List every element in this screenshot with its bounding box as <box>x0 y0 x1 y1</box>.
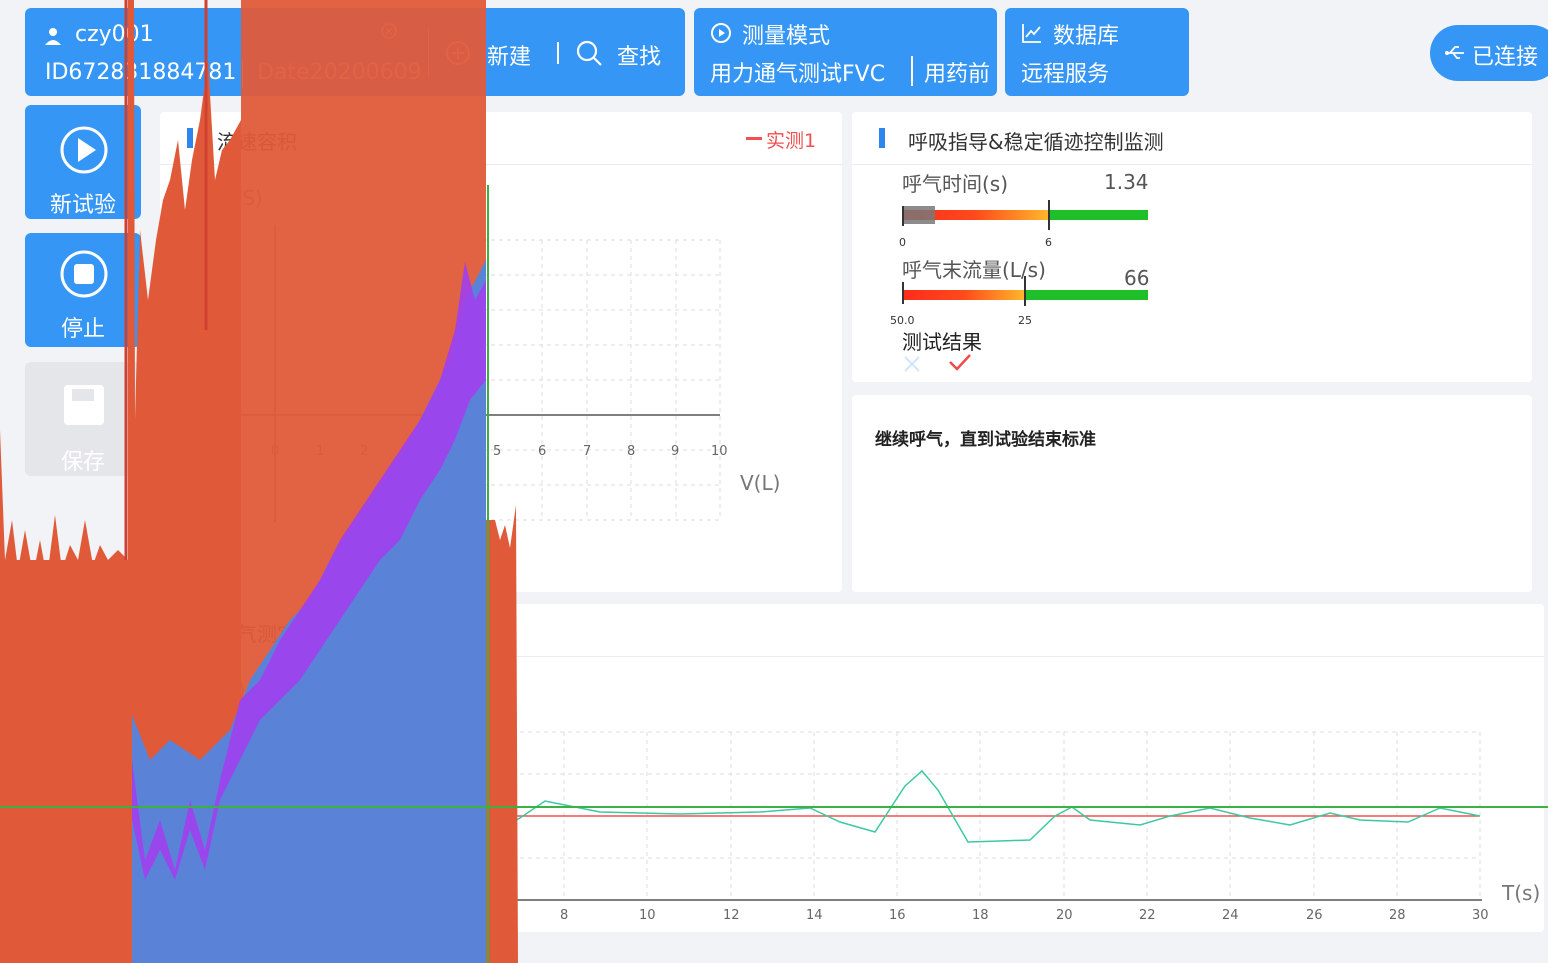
database-card[interactable]: 数据库 远程服务 <box>1005 8 1189 96</box>
pass-icon <box>948 352 972 376</box>
panel-divider <box>852 164 1532 165</box>
divider <box>557 42 559 64</box>
chart-line-icon <box>1021 22 1043 48</box>
result-label: 测试结果 <box>902 330 982 354</box>
exhale-time-label: 呼气时间(s) <box>902 172 1009 196</box>
mode-phase: 用药前 <box>924 62 991 87</box>
gauge-threshold-line <box>1024 276 1026 306</box>
gauge-warn-segment <box>902 290 1025 300</box>
connection-status-button[interactable]: 已连接 <box>1430 25 1548 81</box>
section-marker <box>879 128 885 148</box>
legend-line <box>746 137 762 140</box>
volume-time-panel: 通气测定法 <box>160 604 1544 932</box>
divider <box>428 28 429 78</box>
gauge-start-line <box>902 282 904 304</box>
overlay-orange-block <box>0 560 132 963</box>
stop-button[interactable]: 停止 <box>25 233 141 347</box>
patient-id: ID672831884781 <box>45 60 237 85</box>
stop-label: 停止 <box>60 317 105 342</box>
test-date: Date20200609 <box>257 60 422 85</box>
section-marker <box>187 128 193 148</box>
patient-info-card[interactable]: czy001 ID672831884781 Date20200609 新建 查找 <box>25 8 685 96</box>
clear-icon[interactable] <box>380 22 398 44</box>
gauge-ok-segment <box>1049 210 1148 220</box>
user-icon <box>43 26 63 50</box>
play-circle-icon <box>710 22 732 48</box>
gauge-threshold-line <box>1048 200 1050 230</box>
end-flow-value: 66 <box>1124 266 1150 290</box>
stop-icon <box>59 249 109 303</box>
database-title: 数据库 <box>1053 24 1120 49</box>
monitor-panel: 呼吸指导&稳定循迹控制监测 呼气时间(s) 1.34 0 6 呼气末流量(L/s… <box>852 112 1532 382</box>
gauge-progress <box>902 206 935 224</box>
gauge-min-label: 0 <box>899 236 906 249</box>
user-name: czy001 <box>75 22 154 47</box>
divider <box>911 56 913 86</box>
mode-title: 测量模式 <box>742 24 831 49</box>
new-button[interactable]: 新建 <box>487 39 531 71</box>
flow-volume-panel: 流速容积 实测1 <box>160 112 842 592</box>
connection-status-label: 已连接 <box>1472 45 1539 70</box>
search-button[interactable]: 查找 <box>617 39 661 71</box>
add-icon[interactable] <box>445 40 471 70</box>
measure-mode-card[interactable]: 测量模式 用力通气测试FVC 用药前 <box>694 8 997 96</box>
exhale-time-value: 1.34 <box>1104 170 1149 194</box>
gauge-start-line <box>902 206 904 226</box>
guidance-message-panel: 继续呼气，直到试验结束标准 <box>852 395 1532 592</box>
panel-divider <box>160 164 842 165</box>
new-test-button[interactable]: 新试验 <box>25 105 141 219</box>
save-button[interactable]: 保存 <box>25 362 141 476</box>
panel-divider <box>160 656 1544 657</box>
play-icon <box>59 125 109 179</box>
section-marker <box>187 620 193 640</box>
search-icon[interactable] <box>575 39 603 71</box>
volume-time-title: 通气测定法 <box>217 622 317 646</box>
exhale-time-gauge <box>902 200 1148 230</box>
new-test-label: 新试验 <box>49 193 116 218</box>
mode-value: 用力通气测试FVC <box>710 62 886 87</box>
monitor-title: 呼吸指导&稳定循迹控制监测 <box>908 130 1164 154</box>
gauge-threshold-label: 6 <box>1045 236 1052 249</box>
legend-label: 实测1 <box>766 130 817 152</box>
gauge-threshold-label: 25 <box>1018 314 1032 327</box>
save-icon <box>59 380 109 434</box>
flow-volume-title: 流速容积 <box>217 130 297 154</box>
save-label: 保存 <box>60 450 105 475</box>
remote-service: 远程服务 <box>1021 62 1110 87</box>
end-flow-gauge <box>902 276 1148 306</box>
guidance-message: 继续呼气，直到试验结束标准 <box>875 430 1096 450</box>
fail-icon <box>902 354 922 378</box>
divider <box>242 60 243 88</box>
usb-icon <box>1444 43 1466 67</box>
gauge-ok-segment <box>1025 290 1148 300</box>
